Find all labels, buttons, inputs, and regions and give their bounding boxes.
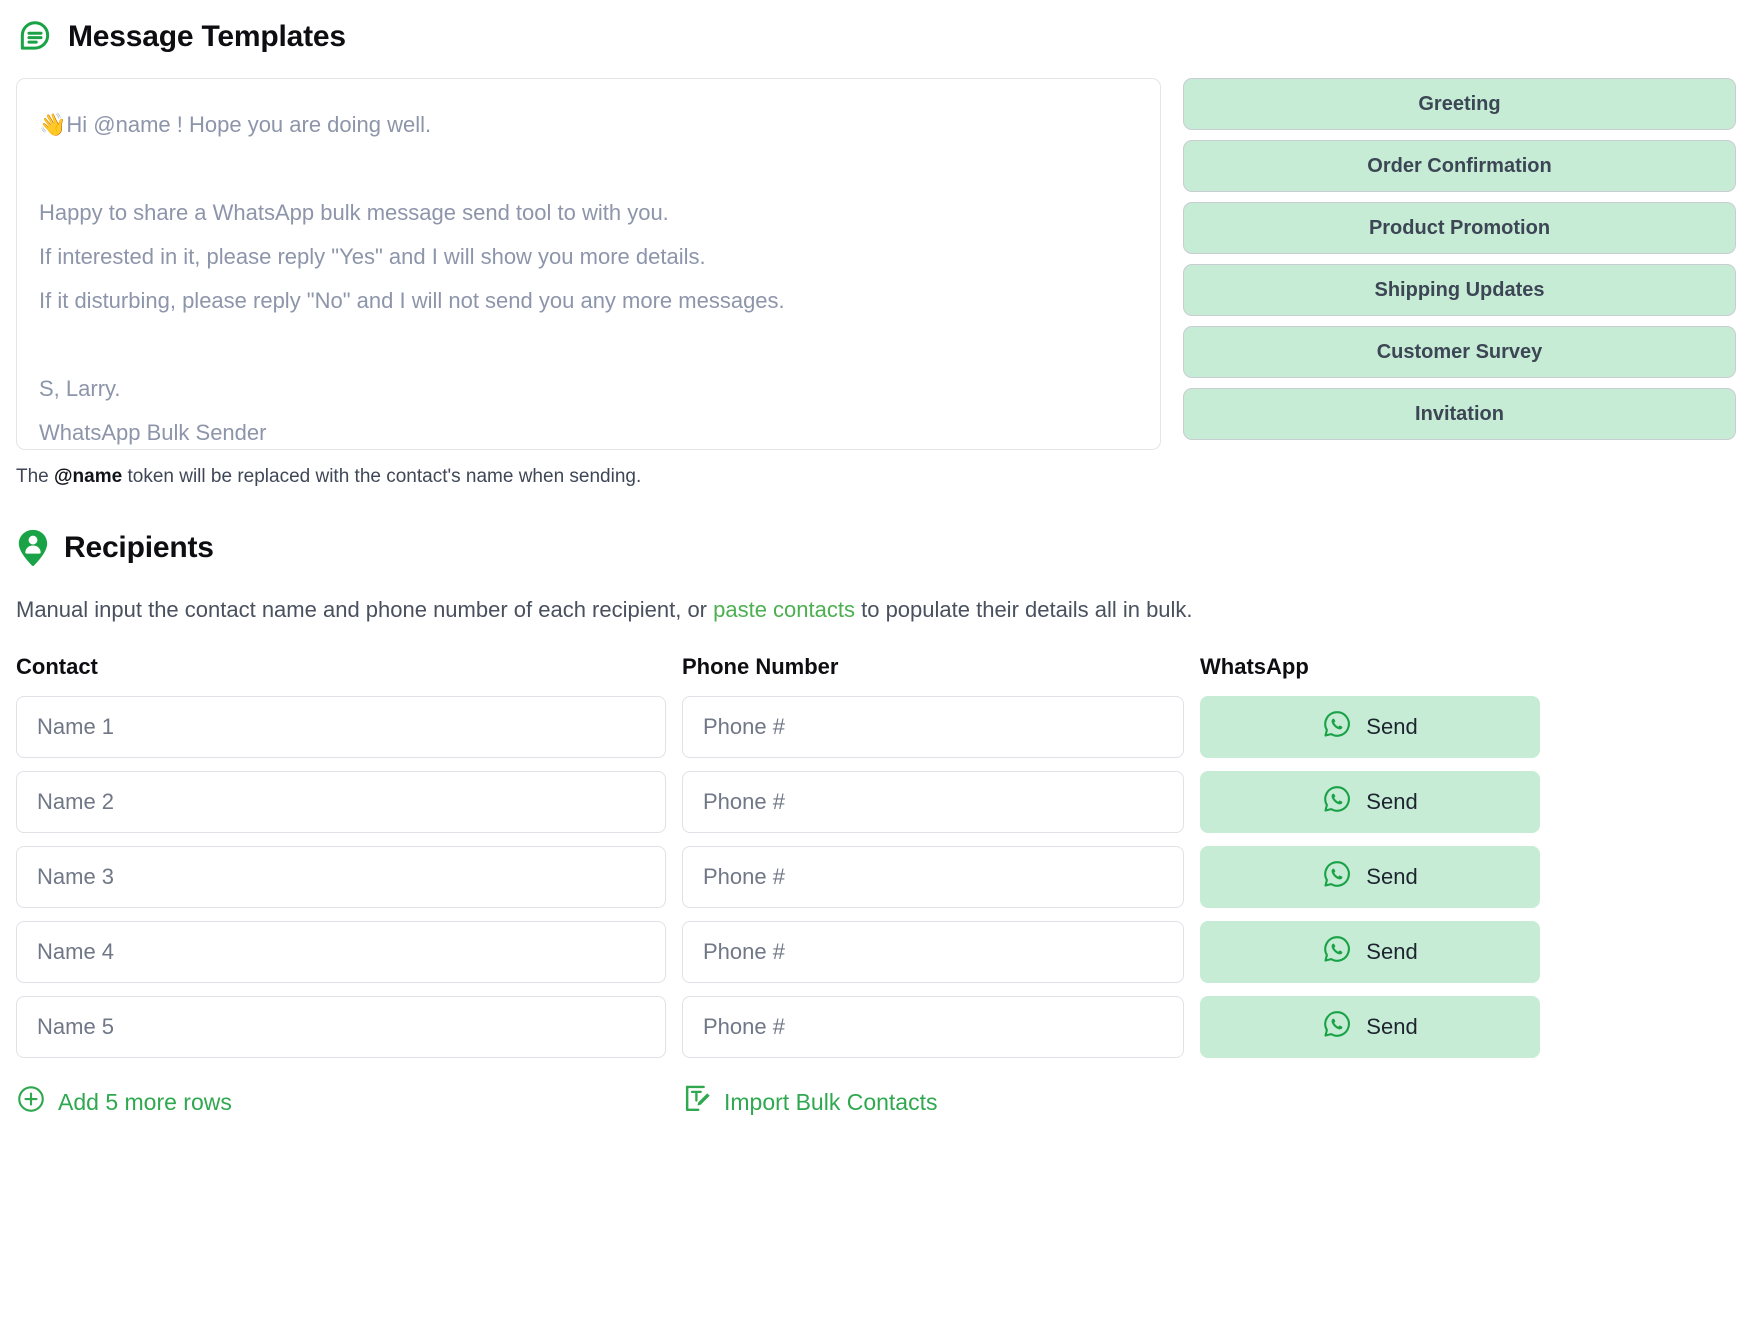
message-lines-icon <box>16 18 54 56</box>
message-template-text: 👋Hi @name ! Hope you are doing well. Hap… <box>39 112 785 445</box>
send-button-label: Send <box>1366 939 1418 964</box>
table-row <box>682 846 1184 921</box>
whatsapp-icon <box>1322 709 1352 745</box>
column-header-contact: Contact <box>16 654 98 679</box>
recipients-header: Recipients <box>16 528 1736 568</box>
contact-name-input-1[interactable] <box>16 696 666 758</box>
template-buttons-list: Greeting Order Confirmation Product Prom… <box>1183 78 1736 440</box>
import-bulk-contacts-button[interactable]: Import Bulk Contacts <box>682 1083 937 1121</box>
whatsapp-icon <box>1322 784 1352 820</box>
phone-number-input-5[interactable] <box>682 996 1184 1058</box>
page-title: Message Templates <box>68 20 346 53</box>
recipients-table: Contact Phone Number WhatsApp Send <box>16 654 1540 1071</box>
send-button-4[interactable]: Send <box>1200 921 1540 983</box>
table-row: Send <box>1200 771 1540 846</box>
contact-name-input-5[interactable] <box>16 996 666 1058</box>
whatsapp-icon <box>1322 859 1352 895</box>
whatsapp-icon <box>1322 934 1352 970</box>
footer-actions: Add 5 more rows Import Bulk Contacts <box>16 1083 1540 1121</box>
template-button-order-confirmation[interactable]: Order Confirmation <box>1183 140 1736 192</box>
send-button-3[interactable]: Send <box>1200 846 1540 908</box>
contact-name-input-4[interactable] <box>16 921 666 983</box>
send-button-1[interactable]: Send <box>1200 696 1540 758</box>
table-row: Send <box>1200 996 1540 1071</box>
description-after: to populate their details all in bulk. <box>855 597 1193 622</box>
hint-text-before: The <box>16 466 55 487</box>
table-row: Send <box>1200 921 1540 996</box>
hint-token: @name <box>54 466 123 487</box>
bulk-sender-page: Message Templates 👋Hi @name ! Hope you a… <box>0 0 1756 1322</box>
table-row <box>16 846 666 921</box>
table-row <box>682 771 1184 846</box>
send-button-label: Send <box>1366 864 1418 889</box>
table-row <box>16 771 666 846</box>
phone-number-input-1[interactable] <box>682 696 1184 758</box>
template-button-greeting[interactable]: Greeting <box>1183 78 1736 130</box>
message-template-textarea[interactable]: 👋Hi @name ! Hope you are doing well. Hap… <box>16 78 1161 450</box>
template-button-product-promotion[interactable]: Product Promotion <box>1183 202 1736 254</box>
whatsapp-icon <box>1322 1009 1352 1045</box>
add-more-rows-label: Add 5 more rows <box>58 1088 232 1115</box>
column-header-phone: Phone Number <box>682 654 839 679</box>
table-row <box>16 996 666 1071</box>
plus-circle-icon <box>16 1084 46 1120</box>
table-row <box>16 921 666 996</box>
paste-contacts-link[interactable]: paste contacts <box>713 597 855 622</box>
templates-row: 👋Hi @name ! Hope you are doing well. Hap… <box>16 78 1736 450</box>
recipients-description: Manual input the contact name and phone … <box>16 592 1546 628</box>
send-button-label: Send <box>1366 714 1418 739</box>
contact-name-input-2[interactable] <box>16 771 666 833</box>
send-button-5[interactable]: Send <box>1200 996 1540 1058</box>
hint-text-after: token will be replaced with the contact'… <box>122 466 642 487</box>
contact-name-input-3[interactable] <box>16 846 666 908</box>
add-more-rows-button[interactable]: Add 5 more rows <box>16 1083 232 1121</box>
table-row <box>682 696 1184 771</box>
phone-number-input-3[interactable] <box>682 846 1184 908</box>
template-button-shipping-updates[interactable]: Shipping Updates <box>1183 264 1736 316</box>
table-row: Send <box>1200 846 1540 921</box>
table-row: Send <box>1200 696 1540 771</box>
table-row <box>682 921 1184 996</box>
description-before: Manual input the contact name and phone … <box>16 597 714 622</box>
template-button-customer-survey[interactable]: Customer Survey <box>1183 326 1736 378</box>
import-text-edit-icon <box>682 1083 712 1121</box>
phone-number-input-4[interactable] <box>682 921 1184 983</box>
table-row <box>682 996 1184 1071</box>
import-bulk-contacts-label: Import Bulk Contacts <box>724 1088 938 1115</box>
send-button-label: Send <box>1366 1014 1418 1039</box>
send-button-2[interactable]: Send <box>1200 771 1540 833</box>
table-row <box>16 696 666 771</box>
message-templates-header: Message Templates <box>16 18 1736 56</box>
column-header-whatsapp: WhatsApp <box>1200 654 1309 679</box>
template-button-invitation[interactable]: Invitation <box>1183 388 1736 440</box>
phone-number-input-2[interactable] <box>682 771 1184 833</box>
user-pin-icon <box>16 528 50 568</box>
send-button-label: Send <box>1366 789 1418 814</box>
recipients-title: Recipients <box>64 531 214 564</box>
name-token-hint: The @name token will be replaced with th… <box>16 466 1736 488</box>
